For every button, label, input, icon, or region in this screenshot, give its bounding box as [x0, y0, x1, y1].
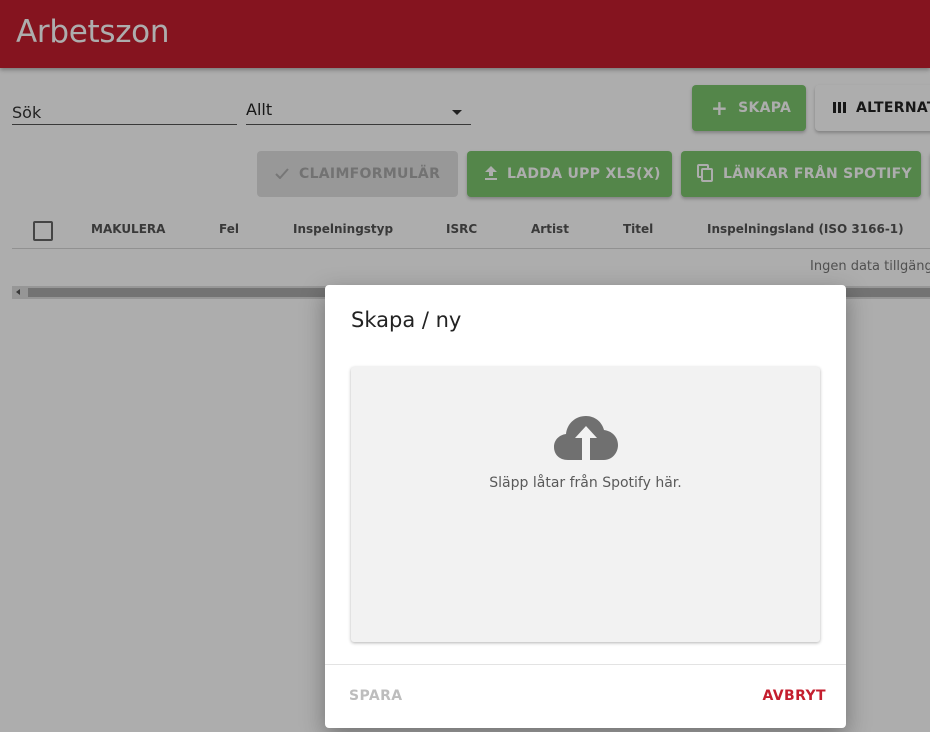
dialog-title: Skapa / ny	[351, 308, 462, 332]
dialog-divider	[325, 664, 846, 665]
cancel-button[interactable]: AVBRYT	[763, 681, 827, 711]
spotify-dropzone[interactable]: Släpp låtar från Spotify här.	[351, 367, 820, 642]
create-dialog: Skapa / ny Släpp låtar från Spotify här.…	[325, 285, 846, 728]
workspace-page: Arbetszon Allt + SKAPA ALTERNAT CLAIMFOR…	[0, 0, 930, 732]
cloud-upload-icon	[554, 416, 618, 460]
save-button[interactable]: SPARA	[349, 681, 403, 711]
dropzone-text: Släpp låtar från Spotify här.	[489, 475, 682, 491]
